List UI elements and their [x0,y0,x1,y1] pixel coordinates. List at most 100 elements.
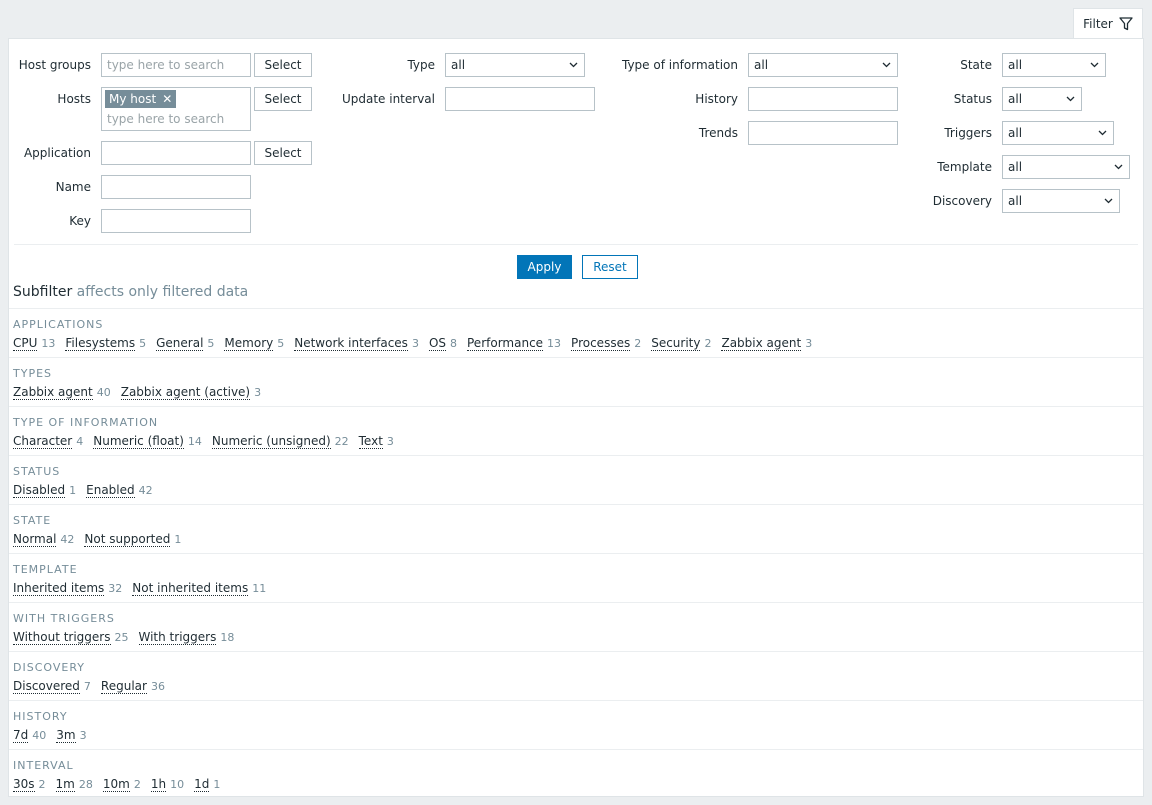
subfilter-item-link[interactable]: Character [13,434,73,449]
history-input[interactable] [748,87,898,111]
update-interval-input[interactable] [445,87,595,111]
subfilter-item-link[interactable]: 1d [194,777,210,792]
subfilter-title: Subfilter [13,284,73,300]
subfilter-section-title: TYPE OF INFORMATION [13,416,159,429]
funnel-icon [1119,16,1133,30]
subfilter-item: Security 2 [651,336,711,352]
subfilter-items: 7d 40 3m 3 [13,728,1139,744]
subfilter-item: 3m 3 [56,728,87,744]
subfilter-item-link[interactable]: OS [428,336,446,351]
subfilter-sections: APPLICATIONS CPU 13 Filesystems 5 General 5 Mem… [9,308,1143,798]
subfilter-item-link[interactable]: Memory [224,336,274,351]
subfilter-item: CPU 13 [13,336,55,352]
subfilter-heading: Subfilter affects only filtered data [13,284,248,300]
subfilter-item-link[interactable]: Not supported [84,532,171,547]
status-select-value: all [1008,92,1023,106]
apply-button[interactable]: Apply [517,255,572,279]
chevron-down-icon [1114,164,1123,170]
subfilter-item: 1m 28 [55,777,93,793]
subfilter-item: Not supported 1 [84,532,181,548]
subfilter-item-link[interactable]: 1h [150,777,167,792]
subfilter-item-link[interactable]: Security [651,336,701,351]
filter-tab[interactable]: Filter [1073,8,1143,38]
subfilter-section-title: DISCOVERY [13,661,85,674]
triggers-select[interactable]: all [1002,121,1114,145]
type-of-information-label: Type of information [621,58,738,72]
subfilter-item-link[interactable]: 3m [56,728,76,743]
subfilter-item: Processes 2 [571,336,641,352]
subfilter-item: Text 3 [358,434,394,450]
subfilter-item: 10m 2 [102,777,141,793]
type-of-information-select[interactable]: all [748,53,898,77]
subfilter-item: Filesystems 5 [65,336,146,352]
host-groups-label: Host groups [18,58,91,72]
chevron-down-icon [882,62,891,68]
subfilter-item-count: 7 [83,680,91,693]
subfilter-item-link[interactable]: 1m [55,777,75,792]
hosts-select-button[interactable]: Select [254,87,312,111]
type-select[interactable]: all [445,53,585,77]
reset-button[interactable]: Reset [582,255,638,279]
subfilter-items: Character 4 Numeric (float) 14 Numeric (unsi… [13,434,1139,450]
subfilter-item: With triggers 18 [138,630,235,646]
subfilter-section: APPLICATIONS CPU 13 Filesystems 5 General 5 Mem… [9,308,1143,357]
subfilter-item-link[interactable]: Enabled [86,483,135,498]
discovery-select[interactable]: all [1002,189,1120,213]
subfilter-item-link[interactable]: CPU [13,336,38,351]
subfilter-section: TYPES Zabbix agent 40 Zabbix agent (active)… [9,357,1143,406]
subfilter-item-link[interactable]: Discovered [13,679,80,694]
subfilter-item-link[interactable]: Zabbix agent [13,385,93,400]
subfilter-section: STATUS Disabled 1 Enabled 42 [9,455,1143,504]
subfilter-item-link[interactable]: Without triggers [13,630,111,645]
application-select-button[interactable]: Select [254,141,312,165]
subfilter-item: General 5 [156,336,214,352]
subfilter-item-link[interactable]: Text [358,434,383,449]
subfilter-item: OS 8 [428,336,457,352]
application-input[interactable] [101,141,251,165]
subfilter-item-link[interactable]: Regular [100,679,147,694]
subfilter-item-link[interactable]: Processes [571,336,631,351]
subfilter-item: Zabbix agent (active) 3 [120,385,261,401]
subfilter-item-link[interactable]: With triggers [138,630,217,645]
subfilter-item-link[interactable]: Zabbix agent [721,336,802,351]
trends-label: Trends [698,126,738,140]
chevron-down-icon [1104,198,1113,204]
subfilter-item-link[interactable]: 10m [102,777,130,792]
subfilter-item-link[interactable]: Filesystems [65,336,136,351]
name-input[interactable] [101,175,251,199]
template-select[interactable]: all [1002,155,1130,179]
host-groups-select-button[interactable]: Select [254,53,312,77]
hosts-multiselect[interactable]: My host ✕ type here to search [101,87,251,131]
subfilter-item-link[interactable]: Numeric (unsigned) [211,434,331,449]
subfilter-item: 1h 10 [150,777,184,793]
subfilter-item-link[interactable]: Network interfaces [294,336,408,351]
subfilter-item-count: 3 [805,337,813,350]
subfilter-item-count: 18 [220,631,235,644]
subfilter-item-link[interactable]: 30s [13,777,35,792]
subfilter-item-link[interactable]: Zabbix agent (active) [120,385,251,400]
subfilter-item-link[interactable]: Performance [467,336,544,351]
subfilter-item-link[interactable]: Disabled [13,483,66,498]
name-label: Name [55,180,91,194]
host-groups-input[interactable]: type here to search [101,53,251,77]
subfilter-item-link[interactable]: General [156,336,204,351]
subfilter-item-link[interactable]: Inherited items [13,581,105,596]
subfilter-item-link[interactable]: Not inherited items [132,581,249,596]
subfilter-item-count: 3 [79,729,87,742]
subfilter-item-count: 3 [411,337,419,350]
trends-input[interactable] [748,121,898,145]
triggers-select-value: all [1008,126,1023,140]
hosts-input[interactable]: type here to search [107,110,224,128]
subfilter-items: 30s 2 1m 28 10m 2 1h 10 1d 1 [13,777,1139,793]
key-input[interactable] [101,209,251,233]
subfilter-item-link[interactable]: Numeric (float) [93,434,184,449]
status-select[interactable]: all [1002,87,1082,111]
subfilter-items: Normal 42 Not supported 1 [13,532,1139,548]
state-select[interactable]: all [1002,53,1106,77]
subfilter-item-link[interactable]: Normal [13,532,57,547]
type-of-information-value: all [754,58,769,72]
subfilter-item-count: 13 [41,337,56,350]
subfilter-items: Zabbix agent 40 Zabbix agent (active) 3 [13,385,1139,401]
remove-chip-icon[interactable]: ✕ [162,90,172,108]
subfilter-item-link[interactable]: 7d [13,728,29,743]
